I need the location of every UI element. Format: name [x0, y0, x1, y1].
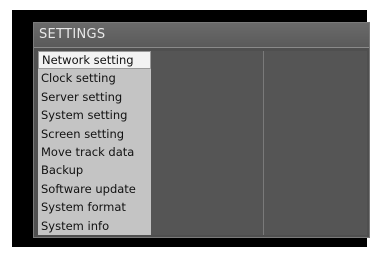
- menu-item-backup[interactable]: Backup: [38, 161, 151, 179]
- settings-menu: Network setting Clock setting Server set…: [38, 51, 151, 235]
- menu-item-move-track-data[interactable]: Move track data: [38, 143, 151, 161]
- menu-item-server-setting[interactable]: Server setting: [38, 88, 151, 106]
- device-screen: SETTINGS Network setting Clock setting S…: [12, 10, 370, 247]
- settings-panel: SETTINGS Network setting Clock setting S…: [33, 22, 370, 238]
- content-area: [151, 51, 367, 235]
- menu-item-system-info[interactable]: System info: [38, 217, 151, 235]
- menu-item-network-setting[interactable]: Network setting: [38, 51, 151, 70]
- menu-item-system-setting[interactable]: System setting: [38, 106, 151, 124]
- title-bar: SETTINGS: [34, 23, 369, 48]
- content-divider: [263, 51, 264, 235]
- menu-item-software-update[interactable]: Software update: [38, 180, 151, 198]
- page-title: SETTINGS: [39, 27, 106, 42]
- menu-item-screen-setting[interactable]: Screen setting: [38, 125, 151, 143]
- menu-item-system-format[interactable]: System format: [38, 198, 151, 216]
- menu-item-clock-setting[interactable]: Clock setting: [38, 69, 151, 87]
